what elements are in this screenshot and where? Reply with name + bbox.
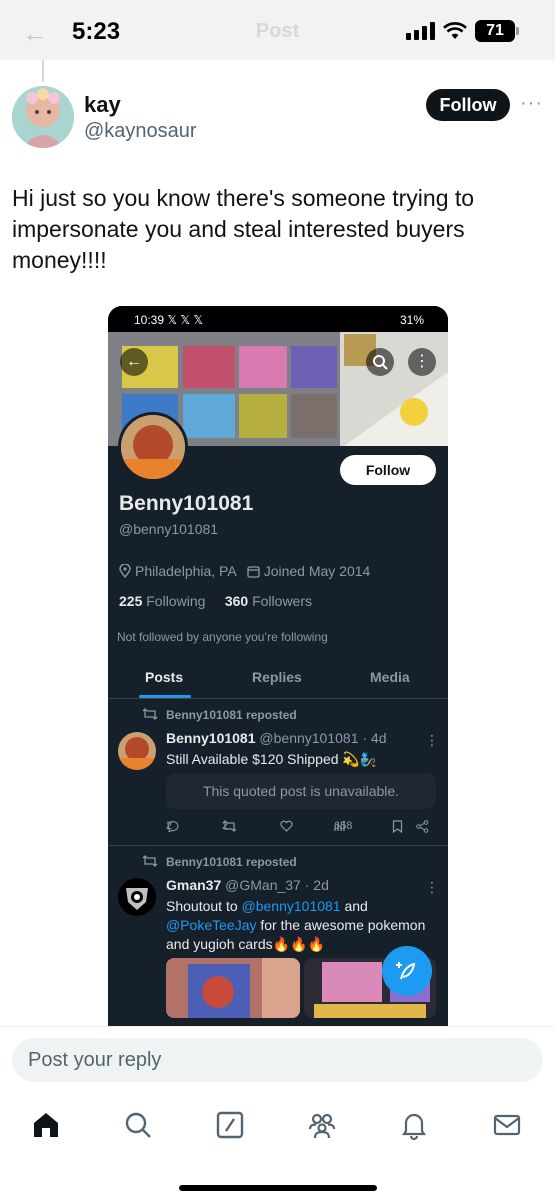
mention-link[interactable]: @PokeTeeJay <box>166 917 256 933</box>
messages-icon[interactable] <box>491 1109 523 1141</box>
attached-image[interactable]: 10:39 𝕏 𝕏 𝕏 31% ← ⋮ Follow Benny101081 @… <box>108 306 448 1026</box>
post-avatar[interactable] <box>118 878 156 916</box>
post-text: Shoutout to @benny101081 and @PokeTeeJay… <box>166 897 436 954</box>
follow-button[interactable]: Follow <box>426 89 510 121</box>
like-action[interactable] <box>280 820 293 832</box>
notifications-icon[interactable] <box>398 1109 430 1141</box>
tab-replies[interactable]: Replies <box>252 669 302 685</box>
post-text-part: Shoutout to <box>166 898 242 914</box>
profile-avatar[interactable] <box>118 412 188 482</box>
post-text: Still Available $120 Shipped 💫🧞 <box>166 751 378 767</box>
mention-link[interactable]: @benny101081 <box>242 898 341 914</box>
profile-tabs: Posts Replies Media <box>108 661 448 699</box>
post-media-image[interactable] <box>166 958 300 1018</box>
profile-stats: 225 Following 360 Followers <box>119 593 312 609</box>
author-name[interactable]: kay <box>84 92 121 118</box>
search-icon[interactable] <box>122 1109 154 1141</box>
post-avatar[interactable] <box>118 732 156 770</box>
cellular-signal-icon <box>406 22 435 40</box>
not-followed-note: Not followed by anyone you’re following <box>117 630 328 644</box>
reply-area <box>0 1026 555 1200</box>
post-divider <box>108 845 448 846</box>
post-more-icon[interactable]: ⋮ <box>425 879 439 896</box>
repost-icon <box>142 708 158 720</box>
wifi-icon <box>443 22 467 39</box>
bottom-tab-bar <box>0 1103 555 1153</box>
repost-icon <box>142 855 158 867</box>
share-icon[interactable] <box>416 820 429 833</box>
repost-action[interactable]: 2 <box>222 820 237 832</box>
embedded-follow-button[interactable]: Follow <box>340 455 436 485</box>
embedded-status-bar: 10:39 𝕏 𝕏 𝕏 31% <box>108 306 448 332</box>
tab-posts[interactable]: Posts <box>145 669 183 685</box>
embedded-search-icon[interactable] <box>366 348 394 376</box>
reply-action[interactable]: 2 <box>166 820 179 832</box>
post-author-name[interactable]: Gman37 <box>166 877 221 893</box>
heart-icon <box>280 820 293 832</box>
views-action[interactable]: 658 <box>334 820 352 832</box>
post-actions: 2 2 658 <box>166 820 436 836</box>
repost-label: Benny101081 reposted <box>166 708 297 722</box>
followers-count[interactable]: 360 <box>225 593 248 609</box>
views-count: 658 <box>334 820 353 832</box>
tweet-text: Hi just so you know there's someone tryi… <box>12 185 475 273</box>
embedded-back-icon[interactable]: ← <box>120 348 148 376</box>
post-author-meta: @GMan_37 · 2d <box>225 877 329 893</box>
thread-connector <box>42 60 44 82</box>
tab-media[interactable]: Media <box>370 669 410 685</box>
post-text-part: and <box>340 898 368 914</box>
home-indicator <box>179 1185 377 1191</box>
quoted-post[interactable]: This quoted post is unavailable. <box>166 773 436 809</box>
profile-location: Philadelphia, PA <box>135 563 237 579</box>
following-count[interactable]: 225 <box>119 593 142 609</box>
followers-label[interactable]: Followers <box>252 593 312 609</box>
profile-joined: Joined May 2014 <box>263 563 371 579</box>
system-icons: 71 <box>406 20 519 42</box>
feather-plus-icon <box>396 962 416 980</box>
profile-handle: @benny101081 <box>119 521 219 537</box>
post-author[interactable]: Benny101081 @benny101081 · 4d <box>166 730 387 746</box>
avatar[interactable] <box>12 86 74 148</box>
author-handle[interactable]: @kaynosaur <box>84 120 197 143</box>
compose-button[interactable] <box>382 946 432 996</box>
active-tab-indicator <box>139 695 191 698</box>
reply-input[interactable] <box>12 1038 543 1082</box>
calendar-icon <box>247 565 260 578</box>
embedded-battery: 31% <box>399 313 424 327</box>
embedded-more-icon[interactable]: ⋮ <box>408 348 436 376</box>
repost-count: 2 <box>222 820 229 832</box>
embedded-clock: 10:39 𝕏 𝕏 𝕏 <box>134 313 204 327</box>
post-author[interactable]: Gman37 @GMan_37 · 2d <box>166 877 329 893</box>
following-label[interactable]: Following <box>146 593 205 609</box>
communities-icon[interactable] <box>306 1109 338 1141</box>
profile-name: Benny101081 <box>119 492 254 515</box>
reply-count: 2 <box>166 820 173 832</box>
bookmark-icon[interactable] <box>392 820 403 833</box>
more-options-icon[interactable]: ··· <box>520 92 543 115</box>
home-icon[interactable] <box>30 1109 62 1141</box>
status-bar: ← Post 5:23 71 <box>0 0 555 60</box>
clock: 5:23 <box>72 18 121 45</box>
location-icon <box>119 564 131 578</box>
post-more-icon[interactable]: ⋮ <box>425 732 439 749</box>
repost-label: Benny101081 reposted <box>166 855 297 869</box>
post-author-name[interactable]: Benny101081 <box>166 730 256 746</box>
grok-icon[interactable] <box>214 1109 246 1141</box>
battery-icon: 71 <box>475 20 519 42</box>
post-author-meta: @benny101081 · 4d <box>259 730 387 746</box>
profile-meta: Philadelphia, PA Joined May 2014 <box>119 563 370 579</box>
